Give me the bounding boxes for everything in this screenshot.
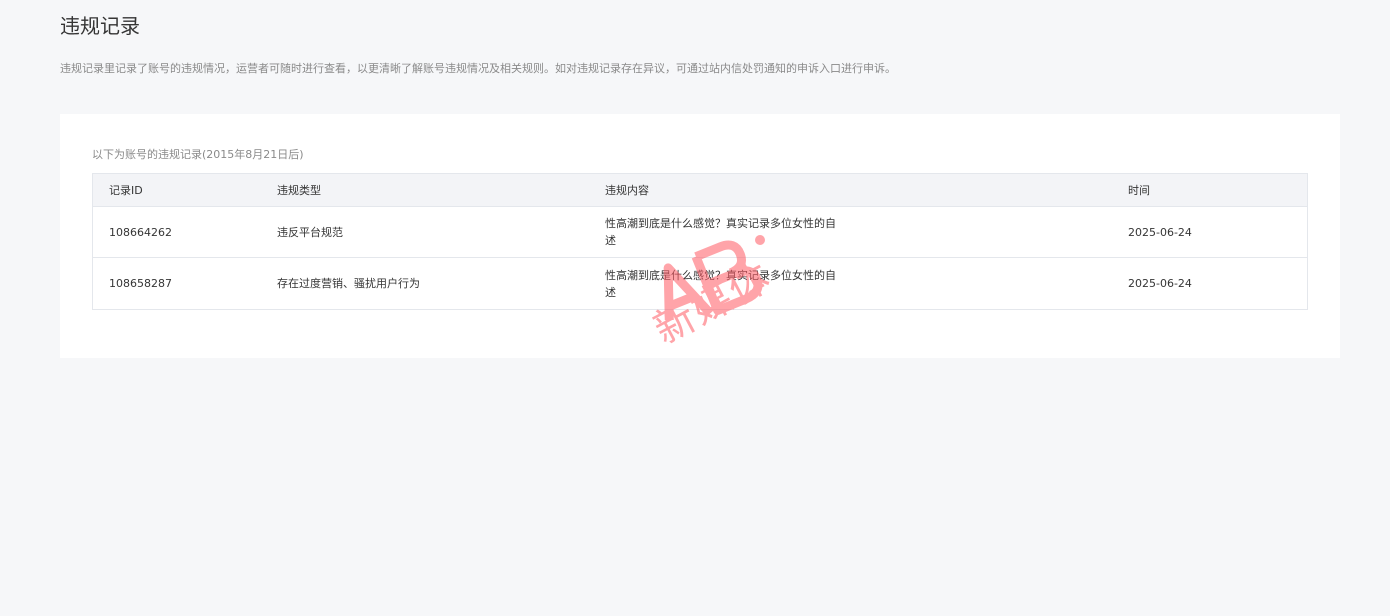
record-id-cell: 108664262 — [109, 225, 172, 239]
violation-content-cell: 性高潮到底是什么感觉？真实记录多位女性的自述 — [605, 217, 836, 247]
time-cell: 2025-06-24 — [1128, 277, 1192, 290]
table-caption: 以下为账号的违规记录(2015年8月21日后) — [92, 148, 304, 161]
table-row: 108664262 违反平台规范 性高潮到底是什么感觉？真实记录多位女性的自述 … — [93, 207, 1307, 258]
column-header-time: 时间 — [1128, 183, 1150, 197]
column-header-violation-type: 违规类型 — [277, 183, 321, 197]
violation-records-table: 记录ID 违规类型 违规内容 时间 108664262 违反平台规范 性高潮到底… — [92, 173, 1308, 310]
time-cell: 2025-06-24 — [1128, 225, 1192, 239]
page-description: 违规记录里记录了账号的违规情况，运营者可随时进行查看，以更清晰了解账号违规情况及… — [60, 62, 896, 75]
column-header-record-id: 记录ID — [109, 183, 143, 197]
violation-content-cell: 性高潮到底是什么感觉？真实记录多位女性的自述 — [605, 268, 836, 299]
violation-type-cell: 违反平台规范 — [277, 225, 343, 239]
violation-records-card: 以下为账号的违规记录(2015年8月21日后) 记录ID 违规类型 违规内容 时… — [60, 114, 1340, 358]
table-row: 108658287 存在过度营销、骚扰用户行为 性高潮到底是什么感觉？真实记录多… — [93, 258, 1307, 309]
record-id-cell: 108658287 — [109, 277, 172, 290]
table-header-row: 记录ID 违规类型 违规内容 时间 — [93, 174, 1307, 207]
violation-type-cell: 存在过度营销、骚扰用户行为 — [277, 277, 420, 290]
page-title: 违规记录 — [60, 14, 140, 38]
column-header-violation-content: 违规内容 — [605, 183, 649, 197]
